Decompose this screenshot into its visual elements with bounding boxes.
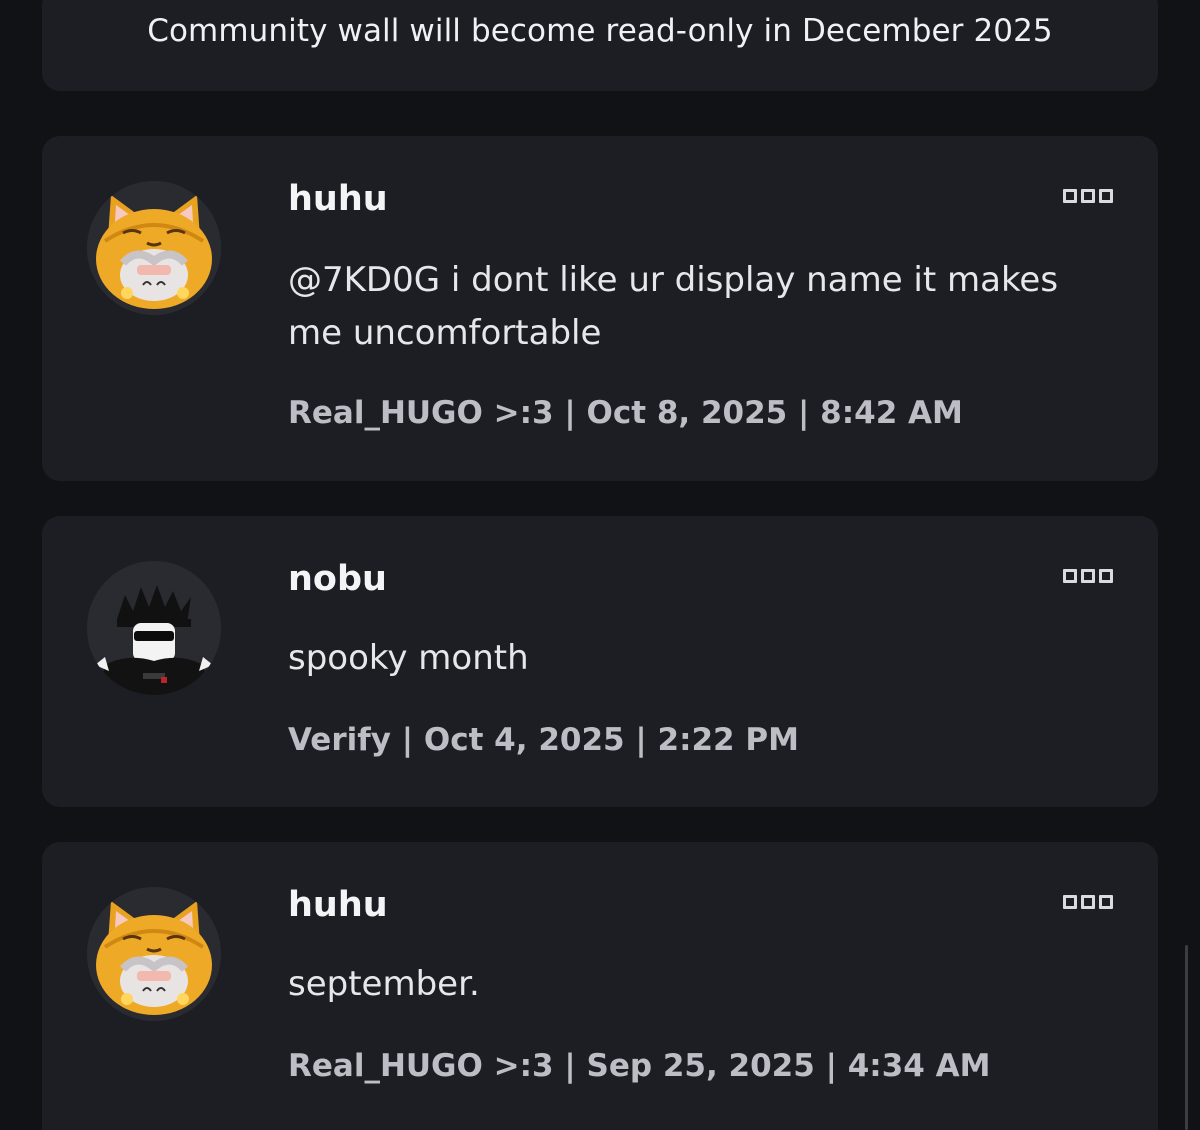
post-author[interactable]: huhu	[288, 179, 388, 219]
dot-icon	[1081, 895, 1095, 909]
dot-icon	[1099, 895, 1113, 909]
cat-hood-avatar-icon[interactable]	[87, 887, 221, 1021]
dot-icon	[1081, 189, 1095, 203]
post-message: spooky month	[288, 638, 529, 678]
scrollbar[interactable]	[1185, 945, 1188, 1130]
post-message: september.	[288, 964, 480, 1004]
post-meta: Real_HUGO >:3 | Sep 25, 2025 | 4:34 AM	[288, 1048, 991, 1084]
post-author[interactable]: huhu	[288, 885, 388, 925]
more-options-button[interactable]	[1063, 894, 1113, 910]
post-message: @7KD0G i dont like ur display name it ma…	[288, 260, 1059, 353]
dot-icon	[1063, 569, 1077, 583]
wall-post: huhu @7KD0G i dont like ur display name …	[42, 136, 1158, 481]
dot-icon	[1099, 569, 1113, 583]
notice-text: Community wall will become read-only in …	[147, 13, 1053, 49]
post-meta: Real_HUGO >:3 | Oct 8, 2025 | 8:42 AM	[288, 395, 963, 431]
dot-icon	[1063, 189, 1077, 203]
post-meta: Verify | Oct 4, 2025 | 2:22 PM	[288, 722, 799, 758]
post-author[interactable]: nobu	[288, 559, 387, 599]
dot-icon	[1099, 189, 1113, 203]
read-only-notice-banner: Community wall will become read-only in …	[42, 0, 1158, 91]
cat-hood-avatar-icon[interactable]	[87, 181, 221, 315]
dot-icon	[1063, 895, 1077, 909]
more-options-button[interactable]	[1063, 568, 1113, 584]
wall-post: nobu spooky month Verify | Oct 4, 2025 |…	[42, 516, 1158, 807]
dot-icon	[1081, 569, 1095, 583]
black-outfit-avatar-icon[interactable]	[87, 561, 221, 695]
more-options-button[interactable]	[1063, 188, 1113, 204]
wall-post: huhu september. Real_HUGO >:3 | Sep 25, …	[42, 842, 1158, 1130]
